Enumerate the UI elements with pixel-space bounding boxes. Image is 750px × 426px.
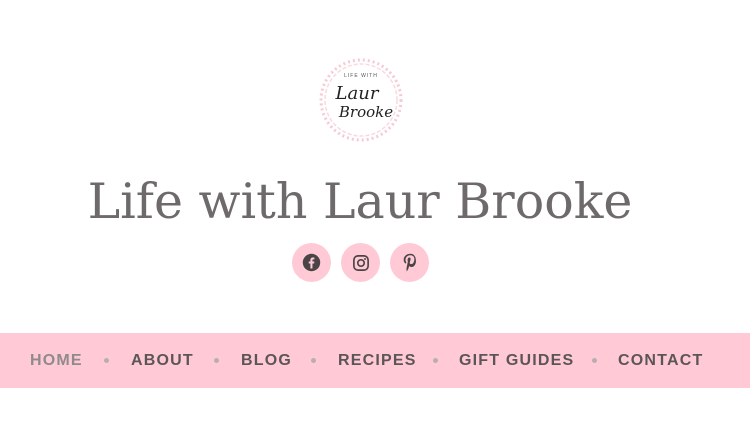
logo-wreath-icon: LIFE WITH Laur Brooke <box>319 58 403 142</box>
pinterest-link[interactable] <box>390 243 429 282</box>
logo-small-text: LIFE WITH <box>344 73 378 79</box>
facebook-link[interactable] <box>292 243 331 282</box>
facebook-icon <box>302 253 321 272</box>
nav-separator <box>311 358 316 363</box>
nav-separator <box>214 358 219 363</box>
nav-item-home[interactable]: HOME <box>30 333 83 388</box>
nav-separator <box>433 358 438 363</box>
instagram-link[interactable] <box>341 243 380 282</box>
nav-item-recipes[interactable]: RECIPES <box>338 333 417 388</box>
nav-separator <box>104 358 109 363</box>
instagram-icon <box>352 254 369 271</box>
social-links <box>292 243 429 282</box>
site-logo[interactable]: LIFE WITH Laur Brooke <box>315 54 407 146</box>
nav-separator <box>592 358 597 363</box>
pinterest-icon <box>403 253 416 272</box>
logo-line2: Brooke <box>338 103 393 121</box>
main-nav: HOME ABOUT BLOG RECIPES GIFT GUIDES CONT… <box>0 333 750 388</box>
site-title[interactable]: Life with Laur Brooke <box>0 170 720 234</box>
nav-item-about[interactable]: ABOUT <box>131 333 194 388</box>
logo-line1: Laur <box>335 83 380 104</box>
nav-item-blog[interactable]: BLOG <box>241 333 292 388</box>
nav-item-contact[interactable]: CONTACT <box>618 333 703 388</box>
nav-item-gift-guides[interactable]: GIFT GUIDES <box>459 333 574 388</box>
